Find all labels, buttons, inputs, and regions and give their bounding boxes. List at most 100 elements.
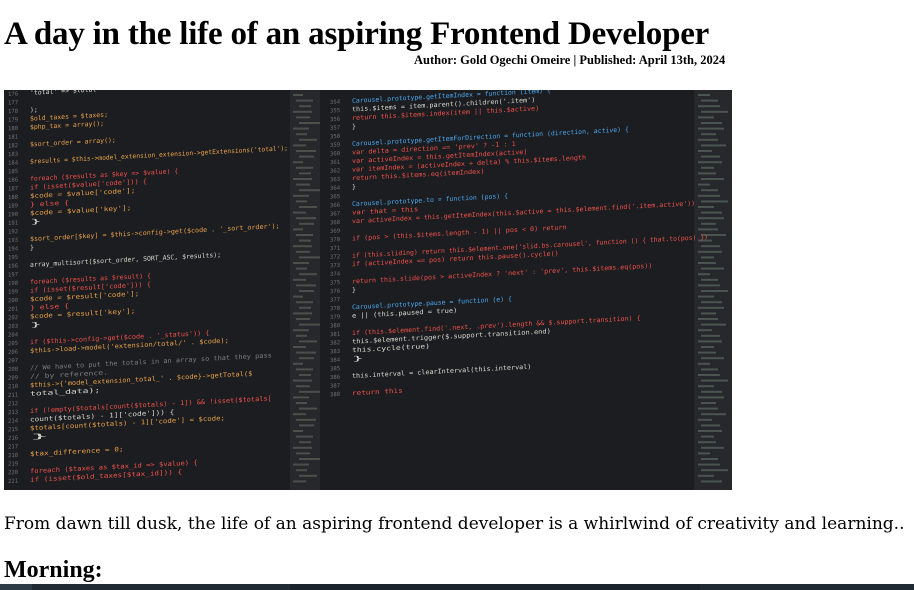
minimap-line bbox=[296, 284, 316, 287]
minimap-line bbox=[293, 312, 312, 315]
code-line: } bbox=[30, 217, 42, 226]
minimap-line bbox=[698, 94, 710, 96]
code-line-number: 195 bbox=[8, 255, 18, 262]
minimap-line bbox=[299, 273, 317, 276]
code-line-number: 182 bbox=[8, 143, 18, 150]
minimap-line bbox=[299, 407, 317, 410]
code-line-number: 363 bbox=[330, 177, 340, 184]
minimap-line bbox=[698, 262, 716, 264]
code-line-number: 361 bbox=[330, 160, 340, 167]
minimap-line bbox=[701, 424, 720, 427]
code-line-number: 370 bbox=[330, 237, 340, 244]
code-line-number: 379 bbox=[330, 314, 340, 321]
code-line-number: 355 bbox=[330, 108, 340, 115]
code-line-number: 381 bbox=[330, 332, 340, 339]
code-line-number: 375 bbox=[330, 280, 340, 287]
minimap-line bbox=[299, 222, 314, 225]
code-line-number: 187 bbox=[8, 186, 18, 193]
code-line-number: 178 bbox=[8, 109, 19, 116]
minimap-line bbox=[293, 127, 309, 130]
minimap-line bbox=[701, 144, 726, 147]
code-line-number: 206 bbox=[8, 349, 18, 356]
minimap-line bbox=[299, 390, 320, 393]
code-line-number: 193 bbox=[8, 238, 18, 245]
minimap-line bbox=[296, 166, 313, 169]
code-line-number: 203 bbox=[8, 324, 18, 331]
minimap-line bbox=[296, 267, 307, 270]
code-line-number: 376 bbox=[330, 289, 340, 296]
minimap-line bbox=[701, 402, 716, 404]
minimap-line bbox=[698, 351, 716, 354]
minimap-line bbox=[701, 323, 726, 326]
minimap-line bbox=[293, 178, 312, 180]
code-line-number: 200 bbox=[8, 298, 18, 305]
minimap-line bbox=[701, 357, 724, 360]
minimap-line bbox=[296, 418, 316, 421]
minimap-line bbox=[698, 418, 712, 421]
minimap-line bbox=[296, 334, 307, 337]
hero-code-image: 176'total' => $total 177 178); 179 $old_taxe… bbox=[4, 90, 732, 490]
minimap-line bbox=[299, 239, 311, 242]
minimap-line bbox=[296, 183, 310, 186]
code-line-number: 371 bbox=[330, 246, 340, 253]
minimap-line bbox=[701, 99, 718, 102]
code-line-number: 219 bbox=[8, 461, 18, 468]
code-line-number: 211 bbox=[8, 392, 18, 399]
next-section-image bbox=[0, 584, 914, 590]
minimap-line bbox=[299, 441, 311, 444]
code-line: } bbox=[352, 286, 356, 294]
minimap-line bbox=[299, 474, 317, 477]
minimap-line bbox=[698, 172, 716, 175]
minimap-line bbox=[701, 189, 718, 192]
minimap-line bbox=[296, 368, 313, 371]
minimap-line bbox=[698, 407, 718, 410]
minimap-line bbox=[698, 340, 722, 343]
minimap-line bbox=[701, 200, 728, 203]
minimap-line bbox=[701, 110, 728, 113]
minimap-line bbox=[698, 161, 722, 164]
minimap-line bbox=[701, 133, 716, 136]
code-line-number: 388 bbox=[330, 392, 341, 399]
code-line-number: 358 bbox=[330, 134, 341, 141]
minimap-line bbox=[701, 211, 722, 214]
code-line-number: 179 bbox=[8, 117, 18, 124]
minimap-line bbox=[299, 323, 320, 326]
minimap-line bbox=[293, 295, 303, 298]
minimap-line bbox=[299, 256, 320, 259]
code-line: } bbox=[30, 320, 42, 329]
minimap-line bbox=[701, 155, 720, 158]
minimap-line bbox=[701, 413, 726, 416]
minimap-line bbox=[299, 105, 311, 108]
code-line-number: 180 bbox=[8, 126, 18, 133]
minimap-line bbox=[698, 228, 718, 231]
minimap-line bbox=[701, 178, 724, 180]
minimap-line bbox=[698, 452, 710, 455]
minimap-line bbox=[698, 306, 724, 309]
minimap-line bbox=[299, 206, 317, 208]
code-line-number: 216 bbox=[8, 435, 18, 442]
code-line-number: 368 bbox=[330, 220, 341, 227]
minimap-line bbox=[296, 301, 313, 304]
minimap-line bbox=[293, 379, 312, 382]
code-line-number: 378 bbox=[330, 306, 341, 313]
minimap-line bbox=[698, 250, 722, 253]
code-line-number: 202 bbox=[8, 315, 18, 322]
minimap-line bbox=[701, 346, 714, 348]
code-line-number: 369 bbox=[330, 228, 340, 235]
minimap-line bbox=[293, 362, 303, 365]
minimap-line bbox=[293, 262, 309, 264]
code-line-number: 383 bbox=[330, 349, 340, 356]
minimap-line bbox=[698, 116, 714, 119]
minimap-line bbox=[698, 138, 718, 141]
minimap-line bbox=[698, 284, 720, 287]
minimap-line bbox=[299, 458, 320, 460]
minimap-line bbox=[293, 228, 303, 231]
minimap-line bbox=[296, 234, 313, 236]
code-line: } bbox=[30, 243, 34, 251]
minimap-line bbox=[293, 413, 306, 416]
article-intro: From dawn till dusk, the life of an aspi… bbox=[4, 514, 905, 534]
minimap-line bbox=[293, 211, 306, 214]
minimap-line bbox=[293, 110, 312, 113]
minimap-line bbox=[296, 116, 310, 119]
minimap-line bbox=[698, 105, 720, 108]
